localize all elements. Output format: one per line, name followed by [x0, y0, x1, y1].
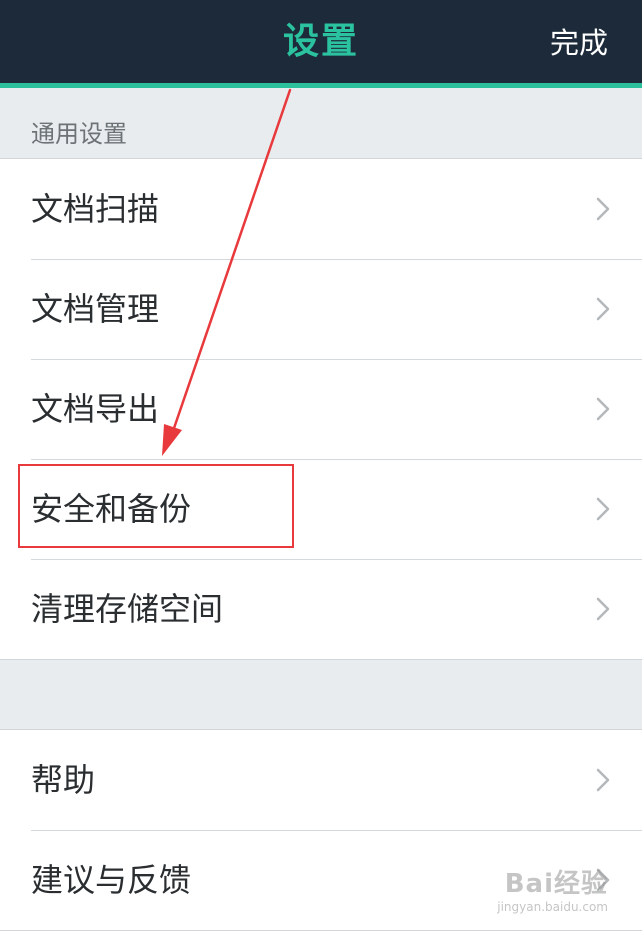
watermark: Bai经验 jingyan.baidu.com [497, 863, 608, 914]
settings-item-label: 文档导出 [31, 390, 160, 428]
section-spacer [0, 660, 642, 730]
chevron-right-icon [596, 597, 610, 621]
settings-item-label: 文档管理 [31, 290, 160, 328]
settings-item-label: 帮助 [31, 761, 96, 799]
section-header-general: 通用设置 [0, 88, 642, 158]
section-title-general: 通用设置 [31, 120, 127, 148]
chevron-right-icon [596, 768, 610, 792]
settings-item-label: 清理存储空间 [31, 590, 224, 628]
chevron-right-icon [596, 297, 610, 321]
done-button[interactable]: 完成 [550, 0, 608, 83]
chevron-right-icon [596, 497, 610, 521]
settings-item-label: 建议与反馈 [31, 861, 192, 899]
chevron-right-icon [596, 197, 610, 221]
page-title: 设置 [282, 21, 359, 62]
settings-item-document-export[interactable]: 文档导出 [0, 359, 642, 459]
settings-item-document-scan[interactable]: 文档扫描 [0, 159, 642, 259]
settings-item-document-management[interactable]: 文档管理 [0, 259, 642, 359]
settings-group-general: 文档扫描 文档管理 文档导出 安全和备份 清理存储空间 [0, 158, 642, 660]
annotation-highlight-box [18, 464, 294, 548]
watermark-url: jingyan.baidu.com [497, 900, 608, 914]
settings-item-help[interactable]: 帮助 [0, 730, 642, 830]
settings-item-clean-storage[interactable]: 清理存储空间 [0, 559, 642, 659]
chevron-right-icon [596, 397, 610, 421]
watermark-logo: Bai经验 [504, 869, 608, 899]
settings-item-label: 文档扫描 [31, 190, 160, 228]
